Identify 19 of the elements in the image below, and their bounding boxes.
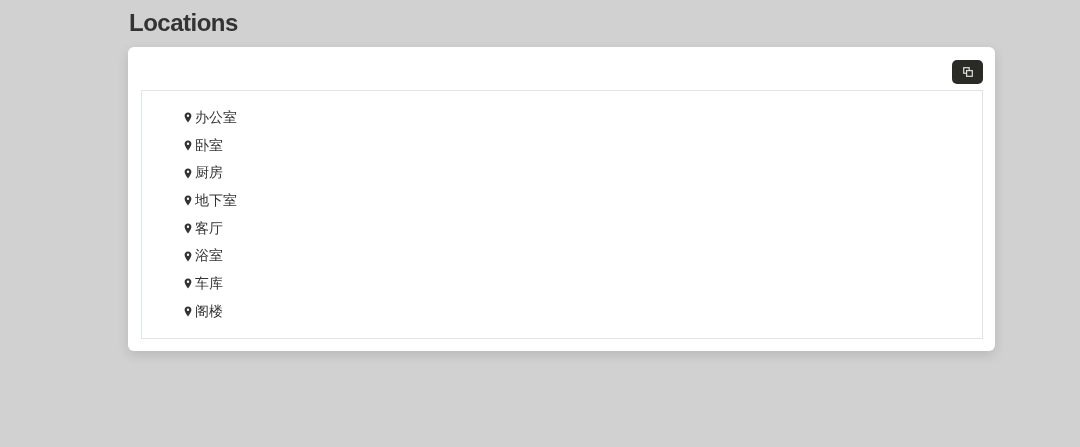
map-pin-icon xyxy=(184,250,192,262)
map-pin-icon xyxy=(184,195,192,207)
copy-button[interactable] xyxy=(952,60,983,84)
map-pin-icon xyxy=(184,223,192,235)
map-pin-icon xyxy=(184,140,192,152)
map-pin-icon xyxy=(184,167,192,179)
location-name[interactable]: 浴室 xyxy=(195,247,223,266)
location-name[interactable]: 地下室 xyxy=(195,191,237,210)
location-name[interactable]: 办公室 xyxy=(195,108,237,127)
page-title: Locations xyxy=(129,8,239,38)
location-name[interactable]: 阁楼 xyxy=(195,302,223,321)
location-name[interactable]: 卧室 xyxy=(195,136,223,155)
location-name[interactable]: 客厅 xyxy=(195,219,223,238)
map-pin-icon xyxy=(184,278,192,290)
location-name[interactable]: 厨房 xyxy=(195,164,223,183)
map-pin-icon xyxy=(184,306,192,318)
map-pin-icon xyxy=(184,112,192,124)
location-name[interactable]: 车库 xyxy=(195,274,223,293)
copy-icon xyxy=(962,67,973,77)
